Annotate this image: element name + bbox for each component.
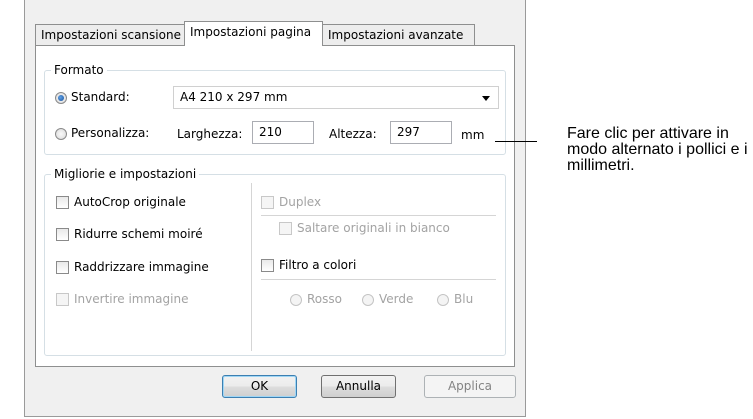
custom-radio[interactable] <box>55 128 67 140</box>
color-filter-divider <box>261 279 496 280</box>
height-label: Altezza: <box>329 127 377 141</box>
descreen-label: Ridurre schemi moiré <box>74 227 203 241</box>
red-label: Rosso <box>307 292 342 306</box>
duplex-checkbox[interactable] <box>261 196 274 209</box>
tab-advanced-settings[interactable]: Impostazioni avanzate <box>322 24 475 45</box>
color-filter-checkbox[interactable] <box>261 259 274 272</box>
skip-blank-checkbox[interactable] <box>279 222 292 235</box>
invert-label: Invertire immagine <box>74 292 189 306</box>
page-settings-dialog: Impostazioni scansione Impostazioni pagi… <box>24 0 526 417</box>
chevron-down-icon <box>482 96 490 101</box>
invert-checkbox[interactable] <box>56 293 69 306</box>
skip-blank-label: Saltare originali in bianco <box>297 221 450 235</box>
descreen-checkbox[interactable] <box>56 228 69 241</box>
ok-button[interactable]: OK <box>222 375 297 398</box>
standard-size-select[interactable]: A4 210 x 297 mm <box>173 86 499 109</box>
custom-label: Personalizza: <box>71 126 150 140</box>
green-radio[interactable] <box>362 294 374 306</box>
enhancements-group: Migliorie e impostazioni AutoCrop origin… <box>44 167 506 356</box>
cancel-button[interactable]: Annulla <box>321 375 396 398</box>
callout-text: Fare clic per attivare in modo alternato… <box>567 125 748 174</box>
height-field[interactable]: 297 <box>390 121 452 144</box>
standard-radio[interactable] <box>55 92 67 104</box>
blue-radio[interactable] <box>437 294 449 306</box>
apply-button[interactable]: Applica <box>424 375 516 398</box>
color-filter-label: Filtro a colori <box>279 258 357 272</box>
autocrop-label: AutoCrop originale <box>74 195 186 209</box>
duplex-label: Duplex <box>279 195 322 209</box>
green-label: Verde <box>379 292 414 306</box>
deskew-checkbox[interactable] <box>56 261 69 274</box>
tab-panel: Formato Standard: A4 210 x 297 mm Person… <box>35 45 515 367</box>
blue-label: Blu <box>454 292 474 306</box>
autocrop-checkbox[interactable] <box>56 196 69 209</box>
format-legend: Formato <box>51 63 107 77</box>
format-group: Formato Standard: A4 210 x 297 mm Person… <box>44 63 506 155</box>
tab-page-settings[interactable]: Impostazioni pagina <box>184 21 323 46</box>
unit-toggle[interactable]: mm <box>461 128 484 142</box>
column-divider <box>251 183 252 351</box>
red-radio[interactable] <box>290 294 302 306</box>
callout-leader-line <box>495 141 537 142</box>
width-label: Larghezza: <box>177 127 243 141</box>
tab-scan-settings[interactable]: Impostazioni scansione <box>35 24 185 45</box>
width-field[interactable]: 210 <box>252 121 314 144</box>
duplex-divider <box>261 215 496 216</box>
deskew-label: Raddrizzare immagine <box>74 260 209 274</box>
standard-size-value: A4 210 x 297 mm <box>180 90 288 104</box>
standard-label: Standard: <box>71 90 130 104</box>
enhancements-legend: Migliorie e impostazioni <box>51 167 200 181</box>
